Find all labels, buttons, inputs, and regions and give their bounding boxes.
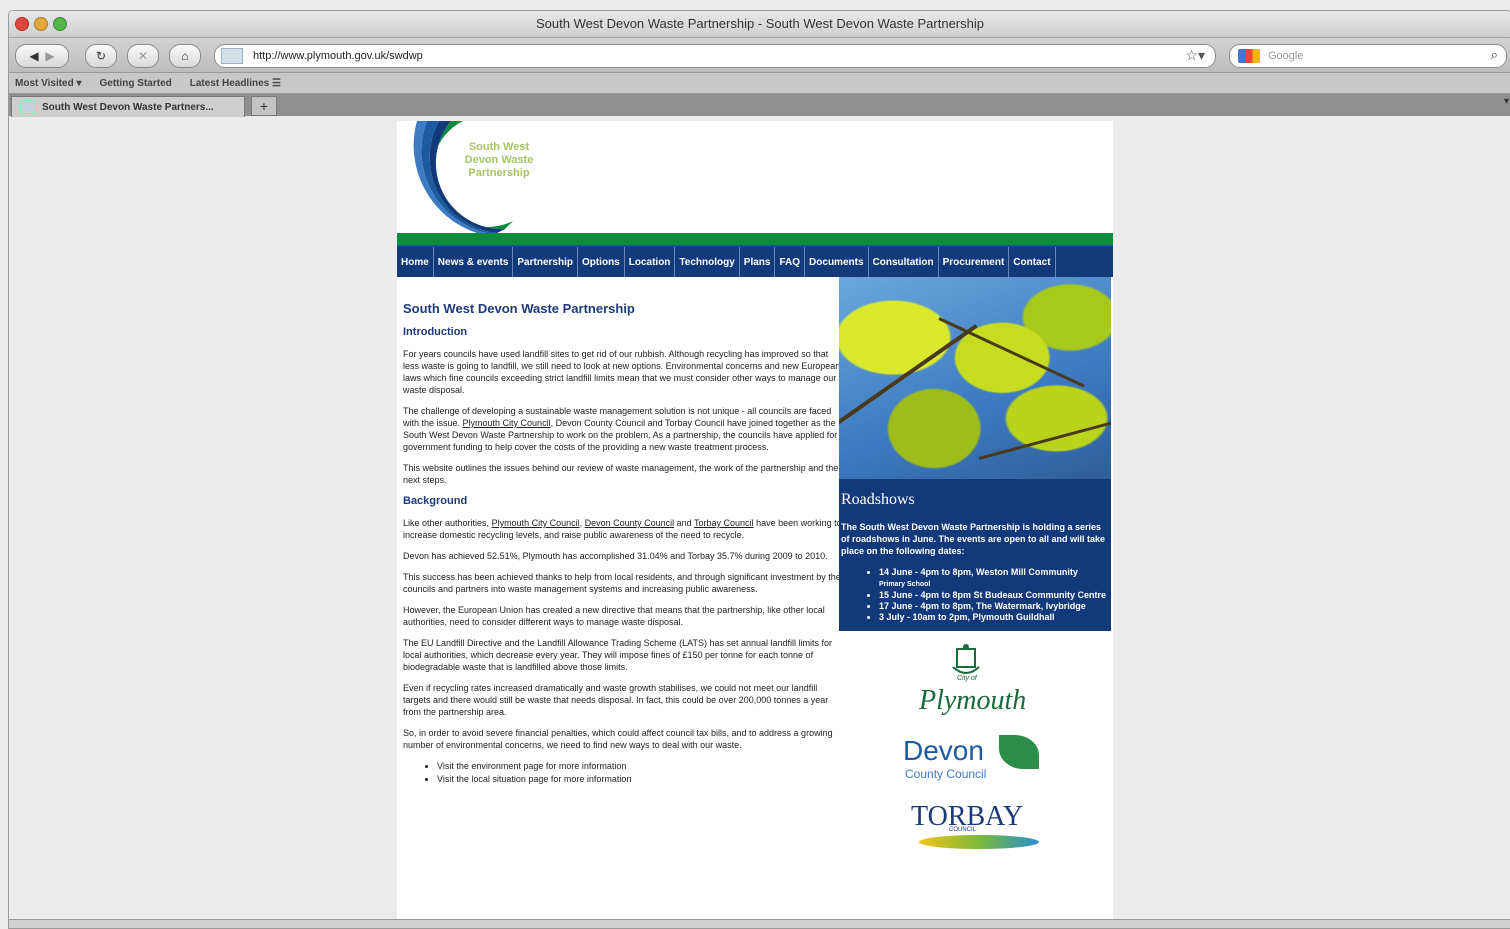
council-logos: City of Plymouth Devon County Council TO… <box>839 631 1111 861</box>
roadshow-event: 14 June - 4pm to 8pm, Weston Mill Commun… <box>879 567 1107 590</box>
logo-text[interactable]: South West Devon Waste Partnership <box>459 141 539 180</box>
nav-location[interactable]: Location <box>625 247 676 277</box>
tab-strip: South West Devon Waste Partners... + ▾ <box>9 94 1510 117</box>
tab-list-arrow-icon[interactable]: ▾ <box>1504 96 1509 107</box>
bg-sep: and <box>674 518 695 528</box>
tab-active[interactable]: South West Devon Waste Partners... <box>11 96 245 117</box>
background-paragraph-3: This success has been achieved thanks to… <box>403 572 841 594</box>
back-forward-button[interactable]: ◀ ▶ <box>15 44 69 68</box>
search-bar[interactable]: Google ⌕ <box>1229 44 1507 68</box>
page-title: South West Devon Waste Partnership <box>403 301 635 316</box>
background-paragraph-2: Devon has achieved 52.51%, Plymouth has … <box>403 551 828 561</box>
nav-technology[interactable]: Technology <box>675 247 740 277</box>
torbay-council-label: COUNCIL <box>949 827 977 833</box>
roadshows-title: Roadshows <box>841 491 915 508</box>
devon-logo[interactable]: Devon <box>903 735 984 767</box>
intro-paragraph-2: The challenge of developing a sustainabl… <box>403 405 843 453</box>
nav-consultation[interactable]: Consultation <box>869 247 939 277</box>
reload-icon: ↻ <box>95 49 107 63</box>
tab-title[interactable]: South West Devon Waste Partners... <box>42 102 214 113</box>
nav-home[interactable]: Home <box>397 247 434 277</box>
back-arrow-icon[interactable]: ◀ <box>29 49 38 63</box>
nav-procurement[interactable]: Procurement <box>939 247 1010 277</box>
torbay-wave-icon <box>919 835 1039 849</box>
search-placeholder[interactable]: Google <box>1268 50 1303 62</box>
bookmark-latest-headlines[interactable]: Latest Headlines ☰ <box>190 78 281 89</box>
web-page: South West Devon Waste Partnership Home … <box>397 121 1113 928</box>
roadshow-event-text: 14 June - 4pm to 8pm, Weston Mill Commun… <box>879 567 1078 577</box>
page-viewport: South West Devon Waste Partnership Home … <box>9 117 1510 928</box>
home-icon: ⌂ <box>181 49 189 63</box>
stop-button[interactable]: ✕ <box>127 44 159 68</box>
nav-faq[interactable]: FAQ <box>775 247 806 277</box>
nav-options[interactable]: Options <box>578 247 625 277</box>
plymouth-city-council-link[interactable]: Plymouth City Council <box>463 418 551 428</box>
roadshows-intro: The South West Devon Waste Partnership i… <box>841 522 1106 556</box>
bg-text: Like other authorities, <box>403 518 492 528</box>
torbay-council-link[interactable]: Torbay Council <box>694 518 754 528</box>
roadshow-event: 3 July - 10am to 2pm, Plymouth Guildhall <box>879 612 1107 623</box>
more-info-list: Visit the environment page for more info… <box>403 760 843 786</box>
bookmark-getting-started[interactable]: Getting Started <box>100 78 172 89</box>
window-title: South West Devon Waste Partnership - Sou… <box>536 16 984 31</box>
leaves-photo <box>839 277 1111 479</box>
forward-arrow-icon[interactable]: ▶ <box>45 49 54 63</box>
intro-paragraph-1: For years councils have used landfill si… <box>403 349 841 395</box>
main-content: South West Devon Waste Partnership Intro… <box>397 277 843 786</box>
sidebar: Roadshows The South West Devon Waste Par… <box>839 277 1111 861</box>
nav-documents[interactable]: Documents <box>805 247 869 277</box>
home-button[interactable]: ⌂ <box>169 44 201 68</box>
nav-plans[interactable]: Plans <box>740 247 776 277</box>
city-of-label: City of <box>957 675 977 682</box>
title-bar: South West Devon Waste Partnership - Sou… <box>9 11 1510 38</box>
plymouth-council-link[interactable]: Plymouth City Council <box>492 518 580 528</box>
bookmark-star-icon[interactable]: ☆▾ <box>1185 47 1205 64</box>
devon-leaf-icon <box>999 735 1039 769</box>
devon-county-council-label: County Council <box>905 767 987 781</box>
roadshow-event-sub: Primary School <box>879 581 931 588</box>
browser-window: South West Devon Waste Partnership - Sou… <box>8 10 1510 929</box>
stop-icon: ✕ <box>137 49 149 63</box>
introduction-heading: Introduction <box>403 326 468 338</box>
local-situation-page-link[interactable]: Visit the local situation page for more … <box>437 773 843 786</box>
background-heading: Background <box>403 495 468 507</box>
nav-contact[interactable]: Contact <box>1009 247 1056 277</box>
search-icon[interactable]: ⌕ <box>1491 47 1498 63</box>
background-paragraph-5: The EU Landfill Directive and the Landfi… <box>403 638 833 672</box>
reload-button[interactable]: ↻ <box>85 44 117 68</box>
nav-news-events[interactable]: News & events <box>434 247 514 277</box>
header-green-bar <box>397 233 1113 245</box>
roadshow-event: 17 June - 4pm to 8pm, The Watermark, Ivy… <box>879 601 1107 612</box>
site-favicon-icon <box>221 48 243 64</box>
roadshow-event: 15 June - 4pm to 8pm St Budeaux Communit… <box>879 590 1107 601</box>
roadshows-panel: Roadshows The South West Devon Waste Par… <box>839 479 1111 631</box>
bookmark-most-visited[interactable]: Most Visited ▾ <box>15 78 82 89</box>
tab-favicon-icon <box>20 100 36 114</box>
background-paragraph-4: However, the European Union has created … <box>403 605 825 627</box>
background-paragraph-6: Even if recycling rates increased dramat… <box>403 683 829 717</box>
main-navigation: Home News & events Partnership Options L… <box>397 245 1113 277</box>
environment-page-link[interactable]: Visit the environment page for more info… <box>437 760 843 773</box>
new-tab-button[interactable]: + <box>251 96 277 116</box>
navigation-toolbar: ◀ ▶ ↻ ✕ ⌂ http://www.plymouth.gov.uk/swd… <box>9 38 1510 73</box>
devon-council-link[interactable]: Devon County Council <box>585 518 675 528</box>
address-bar[interactable]: http://www.plymouth.gov.uk/swdwp ☆▾ <box>214 44 1216 68</box>
nav-partnership[interactable]: Partnership <box>513 247 578 277</box>
background-paragraph-7: So, in order to avoid severe financial p… <box>403 728 833 750</box>
plymouth-logo[interactable]: Plymouth <box>919 685 1026 717</box>
background-paragraph-1: Like other authorities, Plymouth City Co… <box>403 517 843 541</box>
google-engine-icon[interactable] <box>1238 49 1260 63</box>
url-text[interactable]: http://www.plymouth.gov.uk/swdwp <box>253 50 423 62</box>
intro-paragraph-3: This website outlines the issues behind … <box>403 463 839 485</box>
bookmarks-bar: Most Visited ▾ Getting Started Latest He… <box>9 73 1510 94</box>
site-header: South West Devon Waste Partnership <box>397 121 1113 233</box>
roadshows-list: 14 June - 4pm to 8pm, Weston Mill Commun… <box>841 567 1107 623</box>
